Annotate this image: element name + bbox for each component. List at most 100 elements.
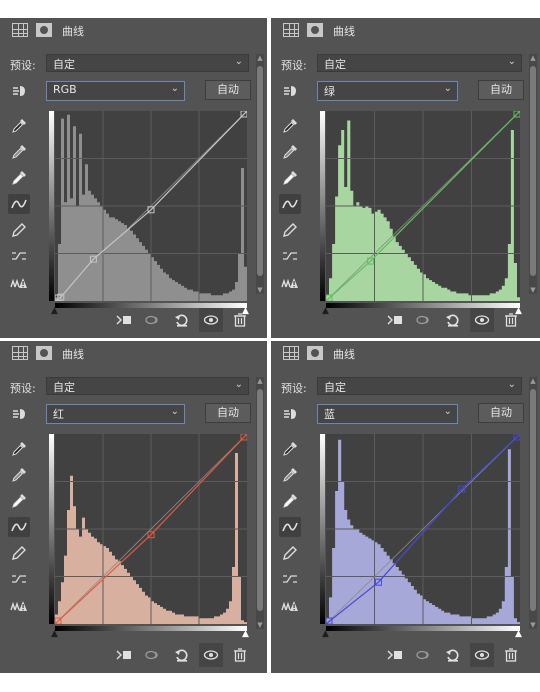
delete-adjustment-button[interactable] xyxy=(228,308,252,332)
curves-adjustment-icon[interactable] xyxy=(283,346,299,360)
panel-scrollbar[interactable]: ▲ ▼ xyxy=(256,54,264,294)
delete-adjustment-button[interactable] xyxy=(499,643,523,667)
scroll-up-arrow[interactable]: ▲ xyxy=(256,54,264,62)
scroll-thumb[interactable] xyxy=(530,389,536,611)
black-input-slider[interactable]: ▲ xyxy=(51,630,58,639)
black-point-eyedropper-tool[interactable] xyxy=(279,116,301,136)
curves-adjustment-icon[interactable] xyxy=(283,23,299,37)
channel-select[interactable]: 蓝 ⌄ xyxy=(317,404,458,424)
smooth-curve-tool[interactable] xyxy=(279,569,301,589)
black-point-eyedropper-tool[interactable] xyxy=(8,439,30,459)
smooth-curve-tool[interactable] xyxy=(8,569,30,589)
channel-select[interactable]: 红 ⌄ xyxy=(46,404,185,424)
pencil-draw-tool[interactable] xyxy=(8,543,30,563)
layer-mask-icon[interactable] xyxy=(36,23,52,37)
layer-mask-icon[interactable] xyxy=(36,346,52,360)
preset-select[interactable]: 自定 ⌄ xyxy=(46,54,249,72)
clipping-warning-tool[interactable] xyxy=(8,272,30,292)
clipping-warning-tool[interactable] xyxy=(279,272,301,292)
clip-to-layer-button[interactable] xyxy=(112,643,136,667)
clipping-warning-tool[interactable] xyxy=(279,595,301,615)
reset-defaults-button[interactable] xyxy=(170,308,194,332)
eye-icon xyxy=(474,650,490,660)
clip-to-layer-button[interactable] xyxy=(383,643,407,667)
scroll-up-arrow[interactable]: ▲ xyxy=(256,377,264,385)
clipping-warning-tool[interactable] xyxy=(8,595,30,615)
scroll-down-arrow[interactable]: ▼ xyxy=(529,286,537,294)
edit-points-curve-tool[interactable] xyxy=(8,194,30,214)
toggle-visibility-button[interactable] xyxy=(470,308,494,332)
clip-to-layer-button[interactable] xyxy=(383,308,407,332)
black-input-slider[interactable]: ▲ xyxy=(322,630,329,639)
gray-point-eyedropper-tool[interactable] xyxy=(279,142,301,162)
scroll-down-arrow[interactable]: ▼ xyxy=(256,286,264,294)
scroll-thumb[interactable] xyxy=(257,389,263,611)
preset-select[interactable]: 自定 ⌄ xyxy=(46,377,249,395)
channel-select[interactable]: RGB ⌄ xyxy=(46,81,185,101)
white-point-eyedropper-tool[interactable] xyxy=(8,491,30,511)
auto-button[interactable]: 自动 xyxy=(205,403,251,423)
white-point-eyedropper-tool[interactable] xyxy=(279,491,301,511)
smooth-curve-tool[interactable] xyxy=(279,246,301,266)
auto-button[interactable]: 自动 xyxy=(205,80,251,100)
on-image-adjust-tool[interactable] xyxy=(279,81,301,101)
edit-points-curve-tool[interactable] xyxy=(279,194,301,214)
view-previous-state-button[interactable] xyxy=(412,643,436,667)
curves-adjustment-icon[interactable] xyxy=(12,346,28,360)
white-input-slider[interactable]: ▲ xyxy=(242,630,249,639)
pencil-draw-icon xyxy=(12,546,26,560)
gray-point-eyedropper-tool[interactable] xyxy=(8,142,30,162)
delete-adjustment-button[interactable] xyxy=(228,643,252,667)
edit-points-curve-tool[interactable] xyxy=(8,517,30,537)
pencil-draw-tool[interactable] xyxy=(279,220,301,240)
view-previous-state-button[interactable] xyxy=(412,308,436,332)
curve-graph[interactable] xyxy=(55,434,247,624)
edit-points-curve-tool[interactable] xyxy=(279,517,301,537)
channel-select[interactable]: 绿 ⌄ xyxy=(317,81,458,101)
panel-scrollbar[interactable]: ▲ ▼ xyxy=(256,377,264,629)
gray-point-eyedropper-tool[interactable] xyxy=(279,465,301,485)
curve-graph[interactable] xyxy=(326,111,520,301)
white-point-eyedropper-tool[interactable] xyxy=(8,168,30,188)
toggle-visibility-button[interactable] xyxy=(199,308,223,332)
scroll-up-arrow[interactable]: ▲ xyxy=(529,54,537,62)
pencil-draw-tool[interactable] xyxy=(279,543,301,563)
scroll-down-arrow[interactable]: ▼ xyxy=(256,621,264,629)
on-image-adjust-tool[interactable] xyxy=(8,404,30,424)
black-point-eyedropper-tool[interactable] xyxy=(8,116,30,136)
reset-defaults-button[interactable] xyxy=(170,643,194,667)
view-previous-state-button[interactable] xyxy=(141,308,165,332)
layer-mask-icon[interactable] xyxy=(307,23,323,37)
scroll-thumb[interactable] xyxy=(530,66,536,276)
scroll-up-arrow[interactable]: ▲ xyxy=(529,377,537,385)
on-image-adjust-tool[interactable] xyxy=(8,81,30,101)
smooth-curve-tool[interactable] xyxy=(8,246,30,266)
curve-graph[interactable] xyxy=(55,111,247,301)
preset-select[interactable]: 自定 ⌄ xyxy=(317,377,522,395)
clip-to-layer-button[interactable] xyxy=(112,308,136,332)
pencil-draw-icon xyxy=(12,223,26,237)
delete-adjustment-button[interactable] xyxy=(499,308,523,332)
layer-mask-icon[interactable] xyxy=(307,346,323,360)
on-image-adjust-tool[interactable] xyxy=(279,404,301,424)
gray-point-eyedropper-tool[interactable] xyxy=(8,465,30,485)
scroll-down-arrow[interactable]: ▼ xyxy=(529,621,537,629)
reset-defaults-button[interactable] xyxy=(441,643,465,667)
view-previous-state-button[interactable] xyxy=(141,643,165,667)
panel-scrollbar[interactable]: ▲ ▼ xyxy=(529,54,537,294)
preset-select[interactable]: 自定 ⌄ xyxy=(317,54,522,72)
curves-adjustment-icon[interactable] xyxy=(12,23,28,37)
auto-button[interactable]: 自动 xyxy=(478,80,524,100)
curve-graph[interactable] xyxy=(326,434,520,624)
scroll-thumb[interactable] xyxy=(257,66,263,276)
white-input-slider[interactable]: ▲ xyxy=(515,630,522,639)
toggle-visibility-button[interactable] xyxy=(199,643,223,667)
white-point-eyedropper-tool[interactable] xyxy=(279,168,301,188)
black-point-eyedropper-tool[interactable] xyxy=(279,439,301,459)
auto-button[interactable]: 自动 xyxy=(478,403,524,423)
preset-label: 预设: xyxy=(281,382,307,395)
reset-defaults-button[interactable] xyxy=(441,308,465,332)
panel-scrollbar[interactable]: ▲ ▼ xyxy=(529,377,537,629)
toggle-visibility-button[interactable] xyxy=(470,643,494,667)
pencil-draw-tool[interactable] xyxy=(8,220,30,240)
